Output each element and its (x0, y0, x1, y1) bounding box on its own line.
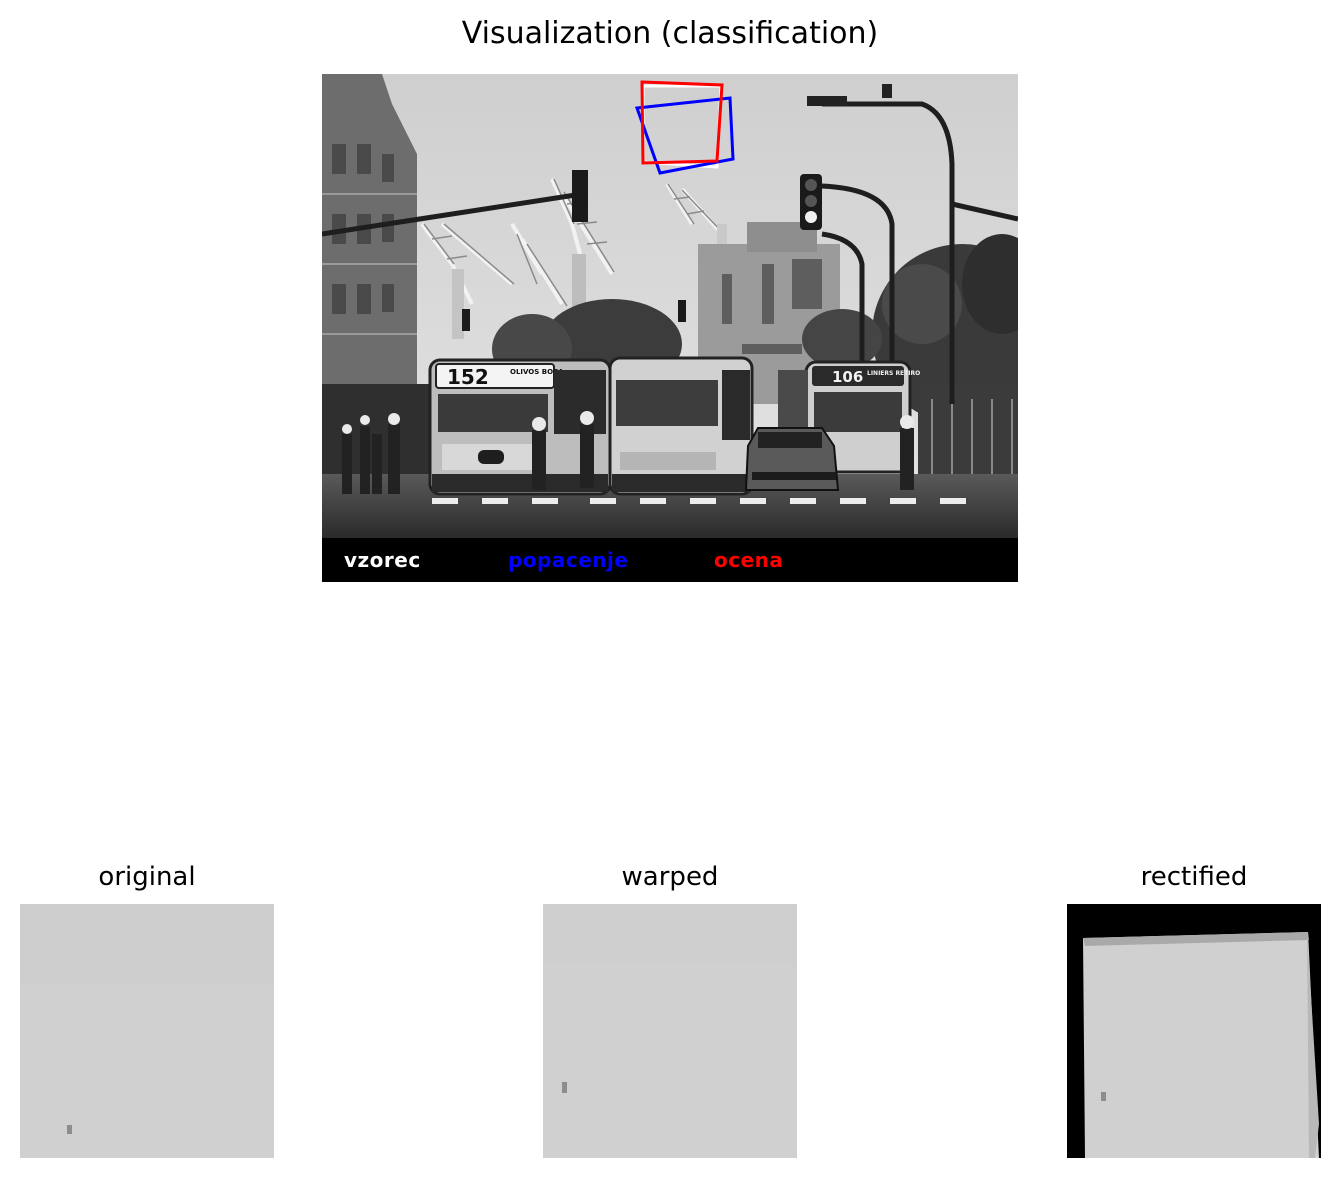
legend-vzorec: vzorec (344, 548, 421, 572)
legend-bar: vzorec popacenje ocena (322, 538, 1018, 582)
legend-ocena: ocena (714, 548, 784, 572)
car (744, 427, 840, 491)
bus-left-number: 152 (447, 365, 489, 389)
bus-right-route: LINIERS RETIRO (867, 370, 920, 377)
panel-title-warped: warped (621, 862, 719, 892)
warped-patch (543, 904, 797, 1158)
panel-title-original: original (98, 862, 196, 892)
street-scene-image: 152 OLIVOS BOCA 106 LINIERS RETIRO (322, 74, 1018, 538)
bus-middle (608, 356, 754, 496)
legend-popacenje: popacenje (508, 548, 629, 572)
panel-title-rectified: rectified (1140, 862, 1248, 892)
figure-title: Visualization (classification) (461, 16, 879, 51)
bus-right-number: 106 (832, 368, 863, 386)
main-image: 152 OLIVOS BOCA 106 LINIERS RETIRO vzore… (322, 74, 1018, 582)
original-patch (20, 904, 274, 1158)
rectified-patch (1067, 904, 1321, 1158)
